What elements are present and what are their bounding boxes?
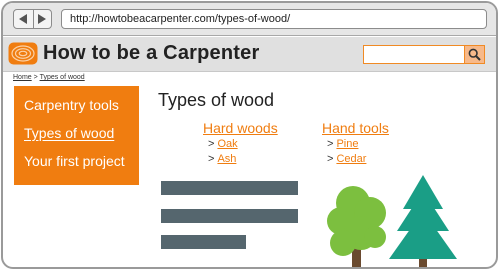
hand-tools-link[interactable]: Hand tools: [322, 120, 389, 136]
sidebar-nav: Carpentry tools Types of wood Your first…: [14, 86, 139, 185]
hard-woods-link[interactable]: Hard woods: [203, 120, 278, 136]
breadcrumb-home[interactable]: Home: [13, 74, 32, 81]
back-button[interactable]: [14, 10, 33, 28]
placeholder-text-line: [161, 209, 298, 223]
trees-illustration: [327, 175, 457, 267]
sidebar-item-carpentry-tools[interactable]: Carpentry tools: [24, 94, 139, 122]
back-arrow-icon: [19, 14, 28, 24]
sidebar-item-types-of-wood[interactable]: Types of wood: [24, 122, 139, 150]
bullet-chevron-icon: >: [327, 138, 334, 150]
nav-buttons: [13, 9, 52, 29]
pine-link[interactable]: Pine: [336, 138, 358, 150]
magnifier-icon: [468, 48, 481, 61]
bullet-chevron-icon: >: [327, 153, 334, 165]
page-title: Types of wood: [158, 90, 275, 110]
list-item: > Cedar: [327, 152, 366, 167]
browser-window: http://howtobeacarpenter.com/types-of-wo…: [1, 1, 498, 269]
address-bar[interactable]: http://howtobeacarpenter.com/types-of-wo…: [61, 9, 487, 29]
browser-toolbar: http://howtobeacarpenter.com/types-of-wo…: [3, 3, 496, 36]
hard-woods-list: > Oak > Ash: [208, 137, 238, 167]
list-item: > Ash: [208, 152, 238, 167]
search-input[interactable]: [363, 45, 465, 64]
forward-arrow-icon: [38, 14, 47, 24]
list-item: > Pine: [327, 137, 366, 152]
ash-link[interactable]: Ash: [217, 153, 236, 165]
cedar-link[interactable]: Cedar: [336, 153, 366, 165]
breadcrumb-current[interactable]: Types of wood: [40, 74, 85, 81]
pine-tree-icon: [389, 175, 457, 267]
site-title[interactable]: How to be a Carpenter: [43, 42, 259, 65]
placeholder-text-line: [161, 181, 298, 195]
forward-button[interactable]: [32, 10, 52, 28]
bullet-chevron-icon: >: [208, 153, 215, 165]
deciduous-tree-icon: [327, 186, 386, 267]
breadcrumb: Home > Types of wood: [13, 74, 85, 81]
sidebar-item-your-first-project[interactable]: Your first project: [24, 150, 139, 178]
breadcrumb-separator: >: [33, 74, 38, 81]
placeholder-text-line: [161, 235, 246, 249]
bullet-chevron-icon: >: [208, 138, 215, 150]
wood-grain-logo-icon[interactable]: [8, 42, 38, 65]
site-header: How to be a Carpenter: [3, 37, 496, 72]
oak-link[interactable]: Oak: [217, 138, 237, 150]
search-button[interactable]: [464, 45, 485, 64]
hand-tools-list: > Pine > Cedar: [327, 137, 366, 167]
list-item: > Oak: [208, 137, 238, 152]
